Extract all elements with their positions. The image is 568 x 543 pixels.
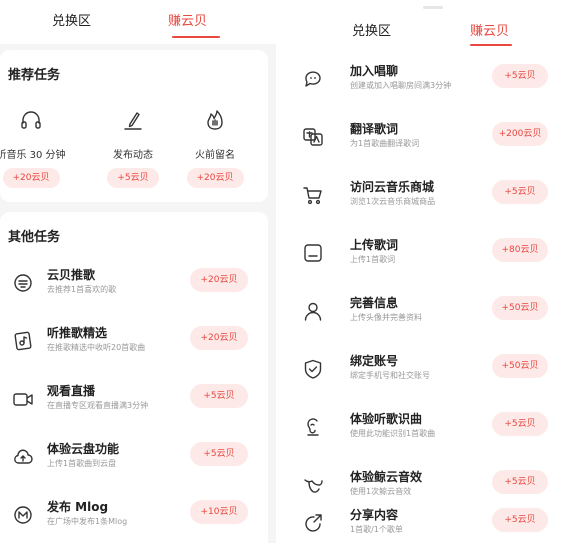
task-desc: 去推荐1首喜欢的歌 [47, 285, 117, 294]
task-reward-button[interactable]: +5云贝 [492, 470, 548, 494]
shield-check-icon [304, 359, 322, 379]
task-row: 发布 Mlog 在广场中发布1条Mlog +10云贝 [0, 492, 268, 543]
rec-item-listen[interactable]: 听音乐 30 分钟 +20云贝 [0, 108, 76, 188]
tab-earn[interactable]: 赚云贝 [470, 20, 509, 39]
rec-label: 听音乐 30 分钟 [0, 150, 66, 161]
task-reward-button[interactable]: +20云贝 [190, 326, 248, 350]
chat-bubble-icon [305, 71, 321, 87]
rec-item-post[interactable]: 发布动态 +5云贝 [88, 108, 178, 188]
recommended-title: 推荐任务 [8, 68, 61, 83]
task-reward-button[interactable]: +200云贝 [492, 122, 548, 146]
task-reward-button[interactable]: +10云贝 [190, 500, 248, 524]
task-title: 加入唱聊 [350, 64, 399, 78]
task-title: 听推歌精选 [47, 326, 108, 340]
other-tasks-card: 其他任务 云贝推歌 去推荐1首喜欢的歌 +20云贝 听推歌精选 在推歌精选中收听… [0, 212, 268, 543]
task-title: 完善信息 [350, 296, 399, 310]
task-reward-button[interactable]: +50云贝 [492, 354, 548, 378]
task-row: 分享内容 1首歌/1个歌单 +5云贝 [290, 500, 568, 543]
headphones-icon [21, 111, 41, 129]
task-row: 上传歌词 上传1首歌词 +80云贝 [290, 230, 568, 288]
task-reward-button[interactable]: +5云贝 [492, 412, 548, 436]
lyrics-icon [304, 244, 322, 262]
task-title: 绑定账号 [350, 354, 399, 368]
task-reward-button[interactable]: +5云贝 [492, 508, 548, 532]
task-desc: 1首歌/1个歌单 [350, 525, 403, 534]
share-icon [305, 514, 322, 532]
user-icon [304, 302, 322, 321]
left-screen: 兑换区 赚云贝 推荐任务 听音乐 30 分钟 +20云贝 发布动态 +5云贝 火… [0, 0, 276, 543]
task-reward-button[interactable]: +5云贝 [492, 64, 548, 88]
task-row: 完善信息 上传头像并完善资料 +50云贝 [290, 288, 568, 346]
task-reward-button[interactable]: +80云贝 [492, 238, 548, 262]
task-row: 云贝推歌 去推荐1首喜欢的歌 +20云贝 [0, 260, 268, 318]
rec-reward-button[interactable]: +20云贝 [2, 168, 60, 188]
tab-underline [470, 44, 512, 46]
task-title: 云贝推歌 [47, 268, 96, 282]
task-title: 体验鲸云音效 [350, 470, 423, 484]
cloud-upload-icon [14, 449, 33, 464]
other-tasks-title: 其他任务 [8, 230, 61, 245]
task-desc: 使用此功能识别1首歌曲 [350, 429, 436, 438]
recommended-tasks-card: 推荐任务 听音乐 30 分钟 +20云贝 发布动态 +5云贝 火前留名 +20云… [0, 50, 268, 202]
task-desc: 浏览1次云音乐商城商品 [350, 197, 436, 206]
tab-earn[interactable]: 赚云贝 [168, 10, 207, 29]
task-desc: 绑定手机号和社交账号 [350, 371, 430, 380]
flame-icon [207, 110, 223, 130]
pen-icon [124, 112, 142, 130]
task-row: 观看直播 在直播专区观看直播满3分钟 +5云贝 [0, 376, 268, 434]
rec-label: 火前留名 [195, 150, 235, 161]
task-row: 加入唱聊 创建或加入唱聊房间满3分钟 +5云贝 [290, 56, 568, 114]
task-row: 访问云音乐商城 浏览1次云音乐商城商品 +5云贝 [290, 172, 568, 230]
tab-exchange[interactable]: 兑换区 [52, 10, 91, 29]
task-desc: 上传头像并完善资料 [350, 313, 422, 322]
task-title: 观看直播 [47, 384, 96, 398]
task-reward-button[interactable]: +50云贝 [492, 296, 548, 320]
right-screen: 兑换区 赚云贝 加入唱聊 创建或加入唱聊房间满3分钟 +5云贝 翻译歌词 为1首… [290, 0, 568, 543]
task-reward-button[interactable]: +20云贝 [190, 268, 248, 292]
whale-sound-icon [304, 479, 323, 493]
rec-label: 发布动态 [113, 150, 153, 161]
task-reward-button[interactable]: +5云贝 [492, 180, 548, 204]
tab-bar: 兑换区 赚云贝 [290, 0, 568, 46]
task-title: 上传歌词 [350, 238, 399, 252]
task-row: 绑定账号 绑定手机号和社交账号 +50云贝 [290, 346, 568, 404]
recommend-song-icon [14, 274, 32, 292]
music-card-icon [14, 331, 32, 351]
video-camera-icon [13, 393, 33, 406]
mlog-icon [14, 506, 32, 524]
task-desc: 上传1首歌词 [350, 255, 396, 264]
rec-reward-button[interactable]: +20云贝 [186, 168, 244, 188]
task-desc: 创建或加入唱聊房间满3分钟 [350, 81, 452, 90]
tab-underline [172, 36, 220, 38]
task-desc: 在广场中发布1条Mlog [47, 517, 128, 526]
rec-item-first-comment[interactable]: 火前留名 +20云贝 [170, 108, 260, 188]
task-row: 翻译歌词 为1首歌曲翻译歌词 +200云贝 [290, 114, 568, 172]
task-desc: 为1首歌曲翻译歌词 [350, 139, 420, 148]
task-title: 体验云盘功能 [47, 442, 120, 456]
task-row: 体验云盘功能 上传1首歌曲到云盘 +5云贝 [0, 434, 268, 492]
task-title: 分享内容 [350, 508, 399, 522]
task-reward-button[interactable]: +5云贝 [190, 384, 248, 408]
translate-icon [303, 128, 323, 146]
shopping-cart-icon [303, 187, 322, 205]
task-title: 体验听歌识曲 [350, 412, 423, 426]
task-title: 发布 Mlog [47, 500, 109, 514]
tab-exchange[interactable]: 兑换区 [352, 20, 391, 39]
task-desc: 使用1次鲸云音效 [350, 487, 412, 496]
task-desc: 上传1首歌曲到云盘 [47, 459, 117, 468]
rec-reward-button[interactable]: +5云贝 [107, 168, 159, 188]
task-row: 听推歌精选 在推歌精选中收听20首歌曲 +20云贝 [0, 318, 268, 376]
task-desc: 在推歌精选中收听20首歌曲 [47, 343, 146, 352]
task-row: 体验听歌识曲 使用此功能识别1首歌曲 +5云贝 [290, 404, 568, 462]
task-title: 翻译歌词 [350, 122, 399, 136]
task-title: 访问云音乐商城 [350, 180, 435, 194]
task-desc: 在直播专区观看直播满3分钟 [47, 401, 149, 410]
task-reward-button[interactable]: +5云贝 [190, 442, 248, 466]
song-recognition-icon [307, 418, 319, 436]
tab-bar: 兑换区 赚云贝 [0, 0, 276, 44]
